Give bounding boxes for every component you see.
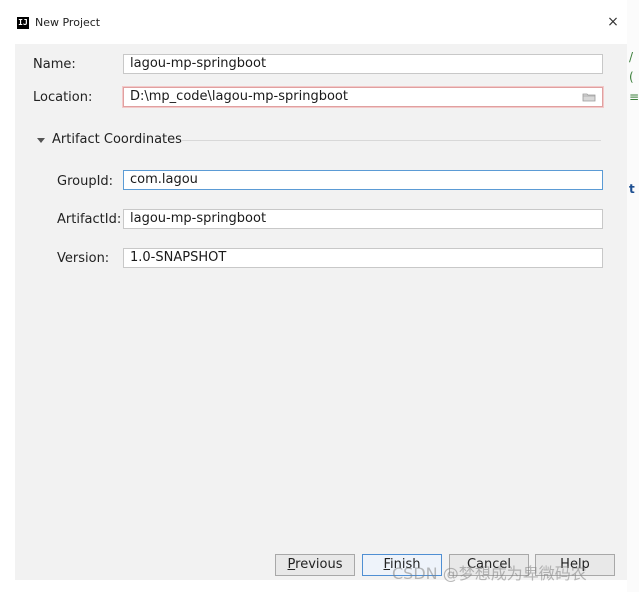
artifact-coordinates-header[interactable]: Artifact Coordinates [52, 132, 182, 147]
background-edge-mark: t [629, 182, 635, 196]
intellij-app-icon: IJ [17, 17, 29, 29]
version-field[interactable]: 1.0-SNAPSHOT [123, 248, 603, 268]
location-label: Location: [33, 90, 93, 105]
browse-folder-icon[interactable] [582, 92, 596, 102]
background-window-edge [627, 0, 639, 592]
groupid-field[interactable]: com.lagou [123, 170, 603, 190]
background-edge-mark: ( [629, 70, 634, 84]
close-icon[interactable]: × [606, 14, 620, 30]
previous-mnemonic: P [287, 557, 296, 572]
location-field[interactable]: D:\mp_code\lagou-mp-springboot [123, 87, 603, 107]
title-bar: IJ New Project × [0, 0, 627, 44]
collapse-triangle-icon[interactable] [37, 138, 45, 143]
groupid-label: GroupId: [57, 174, 114, 189]
csdn-watermark: CSDN @梦想成为卑微码农 [392, 564, 587, 583]
version-label: Version: [57, 251, 110, 266]
background-edge-mark: / [629, 50, 634, 64]
location-value: D:\mp_code\lagou-mp-springboot [130, 89, 348, 104]
previous-button[interactable]: Previous [275, 554, 355, 576]
window-title: New Project [35, 16, 101, 29]
artifactid-field[interactable]: lagou-mp-springboot [123, 209, 603, 229]
section-divider [181, 140, 601, 141]
name-field[interactable]: lagou-mp-springboot [123, 54, 603, 74]
artifactid-label: ArtifactId: [57, 212, 122, 227]
background-edge-mark: ≡ [629, 90, 639, 104]
name-label: Name: [33, 57, 76, 72]
previous-label: revious [295, 557, 343, 572]
new-project-dialog: Name: lagou-mp-springboot Location: D:\m… [15, 44, 627, 580]
